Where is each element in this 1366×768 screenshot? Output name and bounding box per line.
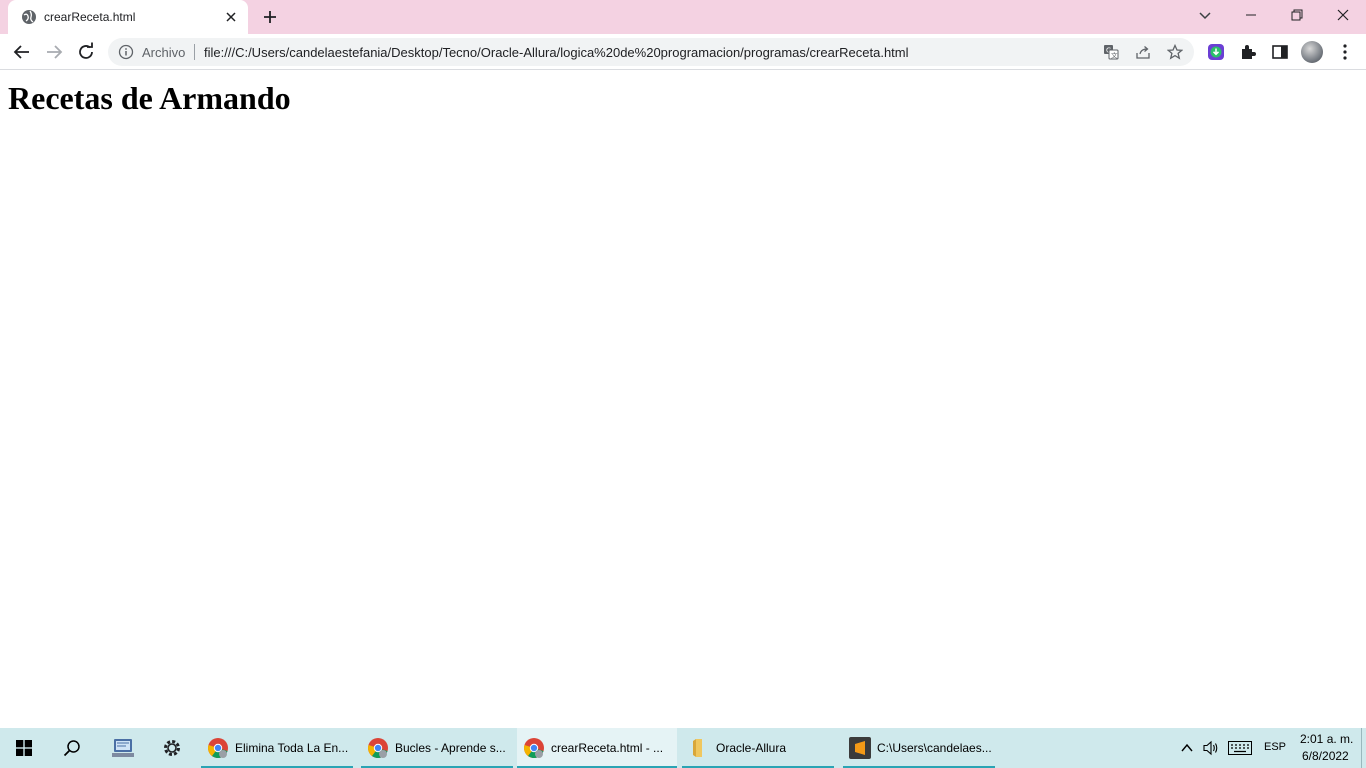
kebab-menu-icon[interactable] xyxy=(1335,42,1355,62)
separator xyxy=(194,44,195,60)
plus-icon[interactable] xyxy=(259,6,281,28)
browser-tab[interactable]: crearReceta.html xyxy=(8,0,248,34)
folder-icon xyxy=(688,737,710,759)
reload-button[interactable] xyxy=(75,41,97,63)
browser-toolbar: Archivo file:///C:/Users/candelaestefani… xyxy=(0,34,1366,70)
keyboard-icon[interactable] xyxy=(1228,741,1252,755)
avatar-icon[interactable] xyxy=(1301,41,1323,63)
taskbar-app-file-explorer[interactable]: Oracle-Allura xyxy=(682,728,834,768)
sublime-text-icon xyxy=(849,737,871,759)
restore-button[interactable] xyxy=(1274,0,1320,30)
taskbar-app-chrome-1[interactable]: Elimina Toda La En... xyxy=(201,728,353,768)
star-icon[interactable] xyxy=(1166,43,1184,60)
taskbar-app-label: crearReceta.html - ... xyxy=(551,741,664,755)
arrow-right-icon xyxy=(47,45,63,59)
puzzle-icon[interactable] xyxy=(1239,43,1257,61)
minimize-button[interactable] xyxy=(1228,0,1274,30)
taskbar-app-sublime-text[interactable]: C:\Users\candelaes... xyxy=(843,728,995,768)
side-panel-icon[interactable] xyxy=(1271,43,1289,61)
tab-title: crearReceta.html xyxy=(44,10,136,24)
clock-time[interactable]: 2:01 a. m. xyxy=(1300,732,1353,746)
restore-icon xyxy=(1291,9,1303,21)
address-bar[interactable]: Archivo file:///C:/Users/candelaestefani… xyxy=(108,38,1194,66)
url-scheme-label: Archivo xyxy=(142,45,186,60)
tab-strip: crearReceta.html xyxy=(0,0,1366,34)
reload-icon xyxy=(79,42,93,59)
svg-text:文: 文 xyxy=(1111,51,1118,60)
close-icon xyxy=(1337,9,1349,21)
taskbar: Elimina Toda La En... Bucles - Aprende s… xyxy=(0,728,1366,768)
network-computer-icon xyxy=(112,739,134,757)
taskbar-app-chrome-active[interactable]: crearReceta.html - ... xyxy=(517,728,677,768)
chevron-down-icon[interactable] xyxy=(1195,5,1215,25)
extension-download-icon[interactable] xyxy=(1207,43,1225,61)
chevron-up-icon[interactable] xyxy=(1180,741,1194,755)
show-desktop-button[interactable] xyxy=(1361,728,1366,768)
windows-logo-icon xyxy=(16,740,32,756)
input-language[interactable]: ESP xyxy=(1264,741,1286,753)
close-window-button[interactable] xyxy=(1320,0,1366,30)
taskbar-app-label: C:\Users\candelaes... xyxy=(877,741,992,755)
start-button[interactable] xyxy=(0,728,48,768)
search-icon xyxy=(63,740,80,757)
taskbar-app-chrome-2[interactable]: Bucles - Aprende s... xyxy=(361,728,513,768)
network-computer-button[interactable] xyxy=(98,728,146,768)
settings-button[interactable] xyxy=(148,728,196,768)
taskbar-app-label: Elimina Toda La En... xyxy=(235,741,349,755)
url-text[interactable]: file:///C:/Users/candelaestefania/Deskto… xyxy=(204,45,909,60)
globe-icon xyxy=(21,9,37,25)
forward-button[interactable] xyxy=(43,41,65,63)
info-icon[interactable] xyxy=(118,44,134,60)
close-icon[interactable] xyxy=(223,9,239,25)
arrow-left-icon xyxy=(13,45,29,59)
settings-gear-icon xyxy=(164,740,180,756)
taskbar-app-label: Bucles - Aprende s... xyxy=(395,741,506,755)
chrome-icon xyxy=(523,737,545,759)
share-icon[interactable] xyxy=(1135,44,1151,60)
clock-date[interactable]: 6/8/2022 xyxy=(1302,749,1349,763)
chrome-icon xyxy=(367,737,389,759)
taskbar-app-label: Oracle-Allura xyxy=(716,741,787,755)
page-content: Recetas de Armando xyxy=(0,71,1366,728)
chrome-icon xyxy=(207,737,229,759)
back-button[interactable] xyxy=(11,41,33,63)
screen: crearReceta.html Archivo file:///C:/User… xyxy=(0,0,1366,768)
volume-icon[interactable] xyxy=(1202,740,1220,756)
taskbar-search-button[interactable] xyxy=(48,728,96,768)
minimize-icon xyxy=(1246,14,1256,16)
translate-icon[interactable]: G文 xyxy=(1103,44,1119,60)
page-title: Recetas de Armando xyxy=(8,80,291,116)
